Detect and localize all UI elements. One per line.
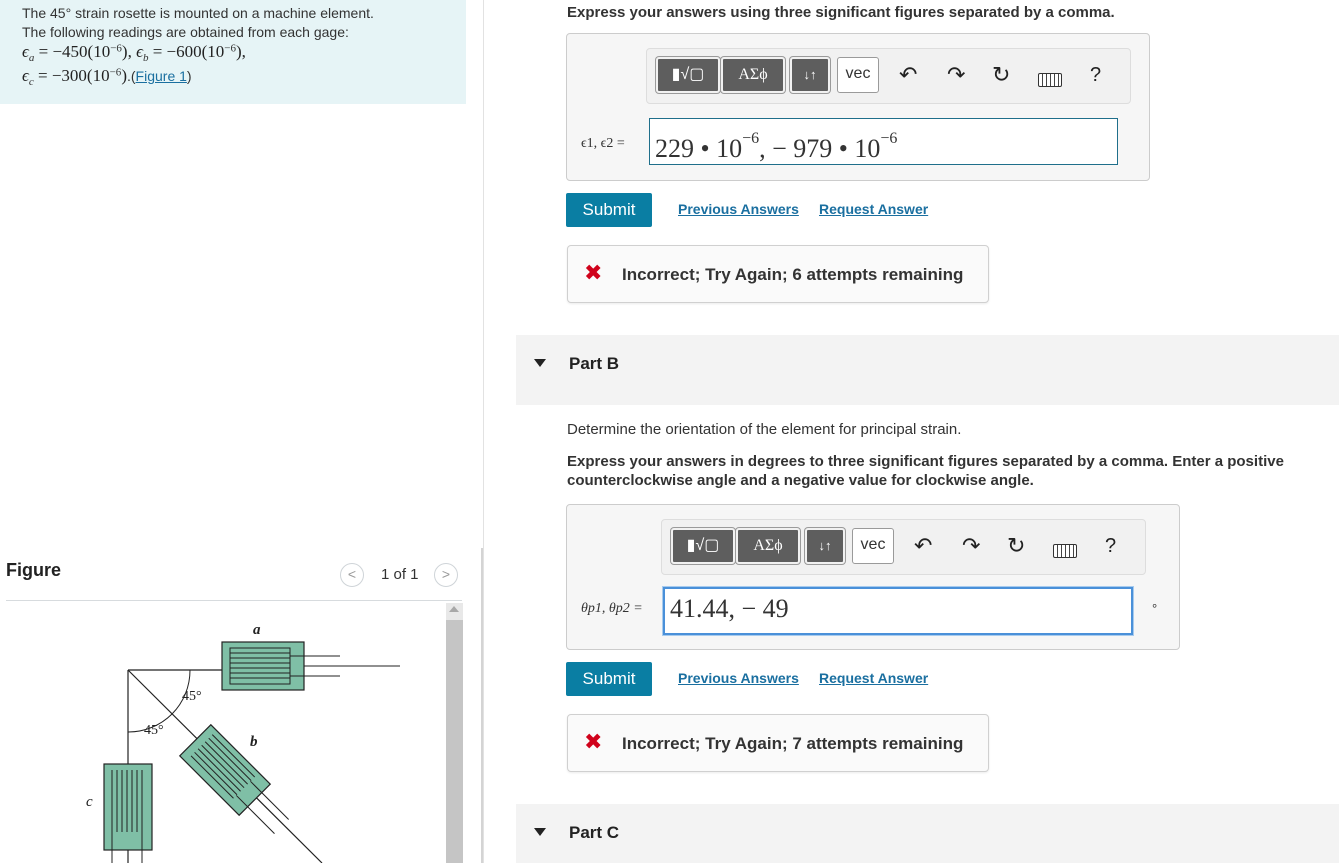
part-b-unit: °	[1152, 601, 1158, 616]
keyboard-icon[interactable]	[1038, 73, 1062, 87]
undo-icon[interactable]: ↶	[914, 534, 932, 558]
part-b-math-toolbar: ▮√▢ ΑΣϕ ↓↑ vec ↶ ↷ ↻ ?	[661, 519, 1146, 575]
strain-reading-c: ϵc = −300(10−6).(Figure 1)	[22, 66, 192, 88]
part-a-field-label: ϵ1, ϵ2 =	[581, 136, 625, 151]
figure-link[interactable]: Figure 1	[136, 68, 187, 84]
column-divider-handle[interactable]	[481, 548, 483, 863]
collapse-arrow-icon[interactable]	[534, 828, 546, 836]
part-a-feedback: ✖ Incorrect; Try Again; 6 attempts remai…	[567, 245, 989, 303]
figure-title: Figure	[6, 560, 62, 580]
greek-symbols-button[interactable]: ΑΣϕ	[736, 528, 800, 564]
eps-b-exp: −6	[224, 42, 237, 55]
templates-icon: ▮√▢	[671, 66, 705, 83]
reset-icon[interactable]: ↻	[992, 63, 1010, 87]
sub-superscript-button[interactable]: ↓↑	[790, 57, 830, 93]
part-b-instruction-2: counterclockwise angle and a negative va…	[567, 472, 1034, 489]
part-b-field-label: θp1, θp2 =	[581, 601, 643, 616]
eps-a-value: = −450(10	[34, 42, 111, 61]
figure-prev-button[interactable]: <	[340, 563, 364, 587]
column-divider	[483, 0, 484, 863]
part-b-instruction-1: Express your answers in degrees to three…	[567, 453, 1284, 470]
part-a-request-answer-link[interactable]: Request Answer	[819, 201, 928, 217]
eps-b-value: = −600(10	[148, 42, 225, 61]
figure-scrollbar-thumb[interactable]	[446, 620, 463, 863]
vector-button[interactable]: vec	[852, 528, 894, 564]
part-a-answer-input[interactable]: 229 • 10−6, − 979 • 10−6	[649, 118, 1118, 165]
reset-icon[interactable]: ↻	[1007, 534, 1025, 558]
eps-a-exp: −6	[110, 42, 122, 55]
collapse-arrow-icon[interactable]	[534, 359, 546, 367]
gage-a	[221, 641, 400, 691]
templates-button[interactable]: ▮√▢	[656, 57, 720, 93]
part-b-header[interactable]	[516, 335, 1339, 405]
figure-next-button[interactable]: >	[434, 563, 458, 587]
part-b-request-answer-link[interactable]: Request Answer	[819, 670, 928, 686]
templates-button[interactable]: ▮√▢	[671, 528, 735, 564]
gage-b	[178, 723, 289, 834]
eps-c-exp: −6	[109, 66, 122, 79]
part-a-feedback-text: Incorrect; Try Again; 6 attempts remaini…	[622, 265, 964, 284]
part-b-answer-input[interactable]: 41.44, − 49	[663, 587, 1133, 635]
incorrect-x-icon: ✖	[584, 729, 603, 754]
part-a-previous-answers-link[interactable]: Previous Answers	[678, 201, 799, 217]
part-b-submit-button[interactable]: Submit	[566, 662, 652, 696]
problem-statement: The 45° strain rosette is mounted on a m…	[0, 0, 466, 104]
part-b-feedback: ✖ Incorrect; Try Again; 7 attempts remai…	[567, 714, 989, 772]
part-c-header[interactable]	[516, 804, 1339, 863]
part-a-answer-second: , − 979 • 10	[759, 134, 881, 163]
angle-label-1: 45°	[182, 689, 202, 704]
sub-superscript-button[interactable]: ↓↑	[805, 528, 845, 564]
part-a-math-toolbar: ▮√▢ ΑΣϕ ↓↑ vec ↶ ↷ ↻ ?	[646, 48, 1131, 104]
scroll-up-arrow-icon[interactable]	[449, 606, 459, 612]
part-a-exp-2: −6	[880, 130, 898, 147]
figure-separator	[6, 600, 462, 601]
gage-b-label: b	[250, 734, 258, 750]
part-b-feedback-text: Incorrect; Try Again; 7 attempts remaini…	[622, 734, 964, 753]
help-icon[interactable]: ?	[1090, 63, 1101, 87]
vector-button[interactable]: vec	[837, 57, 879, 93]
part-a-answer-box: ▮√▢ ΑΣϕ ↓↑ vec ↶ ↷ ↻ ? ϵ1, ϵ2 = 229 • 10…	[566, 33, 1150, 181]
figure-pager: 1 of 1	[381, 566, 419, 583]
part-b-answer-box: ▮√▢ ΑΣϕ ↓↑ vec ↶ ↷ ↻ ? θp1, θp2 = 41.44,…	[566, 504, 1180, 650]
angle-label-2: 45°	[144, 723, 164, 738]
part-b-question: Determine the orientation of the element…	[567, 421, 962, 438]
part-a-answer-first: 229 • 10	[655, 134, 743, 163]
undo-icon[interactable]: ↶	[899, 63, 917, 87]
redo-icon[interactable]: ↷	[947, 63, 965, 87]
redo-icon[interactable]: ↷	[962, 534, 980, 558]
problem-line-1: The 45° strain rosette is mounted on a m…	[22, 5, 374, 21]
incorrect-x-icon: ✖	[584, 260, 603, 285]
eps-c-value: = −300(10	[33, 66, 110, 85]
part-a-instruction: Express your answers using three signifi…	[567, 4, 1115, 21]
keyboard-icon[interactable]	[1053, 544, 1077, 558]
greek-symbols-button[interactable]: ΑΣϕ	[721, 57, 785, 93]
strain-rosette-figure: 45° 45° a b c	[86, 622, 400, 863]
gage-c-label: c	[86, 794, 93, 810]
part-b-previous-answers-link[interactable]: Previous Answers	[678, 670, 799, 686]
problem-line-2: The following readings are obtained from…	[22, 24, 349, 40]
templates-icon: ▮√▢	[686, 537, 720, 554]
eps-a-symbol: ϵ	[22, 42, 29, 61]
gage-c	[103, 763, 153, 863]
strain-readings-ab: ϵa = −450(10−6), ϵb = −600(10−6),	[22, 42, 246, 64]
part-a-submit-button[interactable]: Submit	[566, 193, 652, 227]
eps-c-symbol: ϵ	[22, 66, 29, 85]
part-c-label[interactable]: Part C	[569, 823, 619, 843]
part-b-label[interactable]: Part B	[569, 354, 619, 374]
gage-a-label: a	[253, 622, 261, 638]
help-icon[interactable]: ?	[1105, 534, 1116, 558]
eps-b-symbol: ϵ	[136, 42, 143, 61]
part-a-exp-1: −6	[742, 130, 760, 147]
